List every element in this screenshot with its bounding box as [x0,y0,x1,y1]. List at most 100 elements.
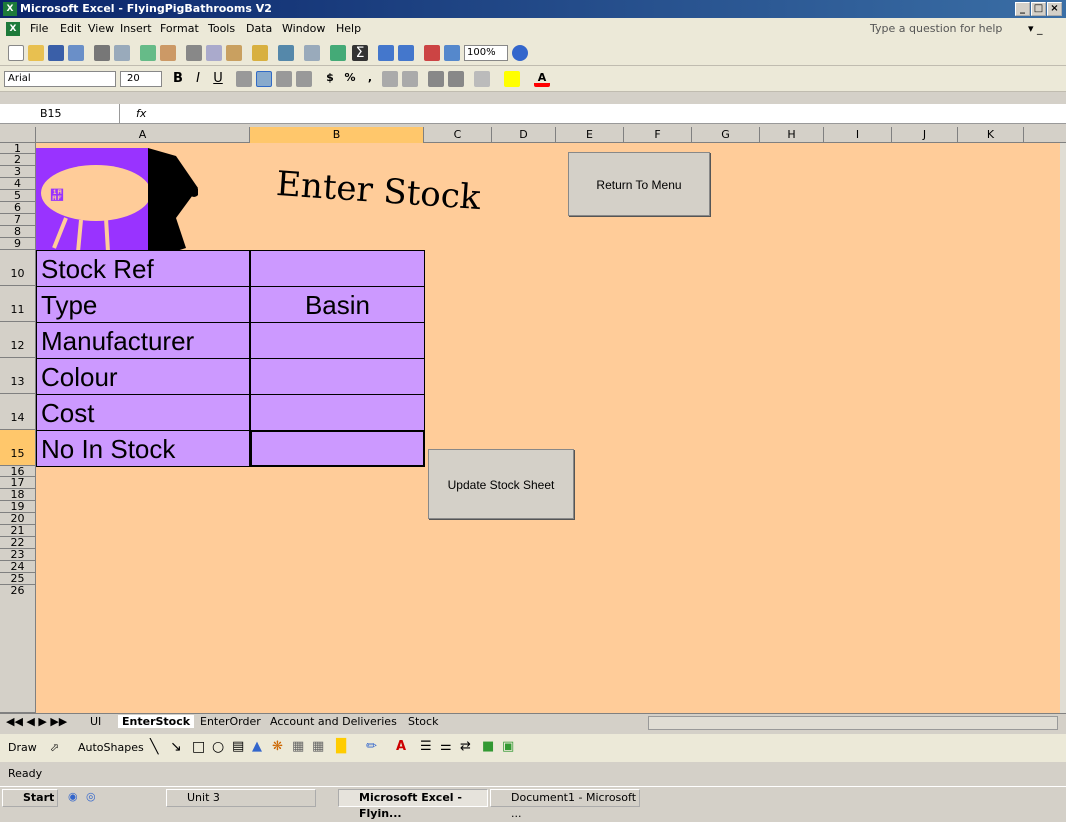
close-button[interactable]: × [1047,2,1062,16]
undo-icon[interactable] [278,45,294,61]
fill-color-icon[interactable] [504,71,520,87]
help-search-input[interactable]: Type a question for help [870,22,1002,35]
row-header-9[interactable]: 9 [0,238,36,250]
arrow-icon[interactable]: ↘ [170,739,182,755]
minimize-button[interactable]: _ [1015,2,1030,16]
column-header-b[interactable]: B [250,127,424,143]
copy-icon[interactable] [206,45,222,61]
column-header-h[interactable]: H [760,127,824,143]
menu-edit[interactable]: Edit [60,22,81,35]
menu-insert[interactable]: Insert [120,22,152,35]
font-color-icon[interactable]: A [534,71,550,87]
field-value-stock-ref[interactable] [250,250,425,287]
update-stock-sheet-button[interactable]: Update Stock Sheet [428,449,574,519]
line-color-icon[interactable]: ✏ [366,739,377,754]
start-button[interactable]: Start [2,789,58,807]
sheet-area[interactable]: ᪯ Enter Stock Return To Menu Stock Ref T… [36,143,1060,713]
select-all-corner[interactable] [0,127,36,143]
tab-enterstock[interactable]: EnterStock [118,715,195,728]
vertical-scrollbar[interactable] [1060,143,1066,713]
shadow-style-icon[interactable]: ■ [482,739,494,754]
wordart-icon[interactable]: ▲ [252,739,262,754]
open-icon[interactable] [28,45,44,61]
row-header-15[interactable]: 15 [0,430,36,466]
sort-ascending-icon[interactable] [378,45,394,61]
ie-icon[interactable]: ◎ [86,790,96,803]
oval-icon[interactable]: ○ [212,739,224,755]
field-value-no-in-stock[interactable] [250,430,425,467]
column-header-a[interactable]: A [36,127,250,143]
align-left-icon[interactable] [236,71,252,87]
italic-icon[interactable]: I [190,71,206,87]
decrease-indent-icon[interactable] [428,71,444,87]
field-value-type[interactable]: Basin [250,286,425,323]
zoom-select[interactable]: 100% [464,45,508,61]
column-header-j[interactable]: J [892,127,958,143]
column-header-f[interactable]: F [624,127,692,143]
font-color-draw-icon[interactable]: A [396,739,406,754]
workbook-icon[interactable]: X [6,22,20,36]
return-to-menu-button[interactable]: Return To Menu [568,152,710,216]
menu-file[interactable]: File [30,22,48,35]
borders-icon[interactable] [474,71,490,87]
paste-icon[interactable] [226,45,242,61]
name-box[interactable]: B15 [0,104,120,123]
row-header-11[interactable]: 11 [0,286,36,322]
autosum-icon[interactable]: Σ [352,45,368,61]
font-size-select[interactable]: 20 [120,71,162,87]
increase-indent-icon[interactable] [448,71,464,87]
new-icon[interactable] [8,45,24,61]
horizontal-scrollbar[interactable] [648,716,1058,730]
task-unit-3[interactable]: Unit 3 [166,789,316,807]
percent-icon[interactable]: % [342,71,358,87]
rectangle-icon[interactable]: □ [192,739,205,755]
autoshapes-menu[interactable]: AutoShapes [78,741,144,754]
align-center-icon[interactable] [256,71,272,87]
picture-icon[interactable]: ▦ [312,739,324,754]
column-header-g[interactable]: G [692,127,760,143]
help-icon[interactable] [512,45,528,61]
row-header-14[interactable]: 14 [0,394,36,430]
tab-ui[interactable]: UI [90,715,101,728]
print-icon[interactable] [94,45,110,61]
format-painter-icon[interactable] [252,45,268,61]
column-header-i[interactable]: I [824,127,892,143]
tab-enterorder[interactable]: EnterOrder [200,715,261,728]
column-header-c[interactable]: C [424,127,492,143]
drawing-icon[interactable] [444,45,460,61]
menu-tools[interactable]: Tools [208,22,235,35]
tab-stock[interactable]: Stock [408,715,438,728]
diagram-icon[interactable]: ❋ [272,739,283,754]
field-value-manufacturer[interactable] [250,322,425,359]
print-preview-icon[interactable] [114,45,130,61]
save-icon[interactable] [48,45,64,61]
cut-icon[interactable] [186,45,202,61]
align-right-icon[interactable] [276,71,292,87]
sort-descending-icon[interactable] [398,45,414,61]
fill-color-draw-icon[interactable]: █ [336,739,346,754]
menu-help[interactable]: Help [336,22,361,35]
tab-account-deliveries[interactable]: Account and Deliveries [270,715,397,728]
menu-window[interactable]: Window [282,22,325,35]
redo-icon[interactable] [304,45,320,61]
bold-icon[interactable]: B [170,71,186,87]
function-icon[interactable]: fx [136,107,146,120]
row-header-12[interactable]: 12 [0,322,36,358]
increase-decimal-icon[interactable] [382,71,398,87]
currency-icon[interactable]: $ [322,71,338,87]
clipart-icon[interactable]: ▦ [292,739,304,754]
line-icon[interactable]: ╲ [150,739,158,755]
task-document1[interactable]: Document1 - Microsoft ... [490,789,640,820]
menu-format[interactable]: Format [160,22,199,35]
chart-wizard-icon[interactable] [424,45,440,61]
merge-center-icon[interactable] [296,71,312,87]
font-select[interactable]: Arial [4,71,116,87]
maximize-button[interactable]: □ [1031,2,1046,16]
draw-menu[interactable]: Draw [8,741,37,754]
field-value-cost[interactable] [250,394,425,431]
permission-icon[interactable] [68,45,84,61]
select-objects-icon[interactable]: ⬀ [50,741,59,754]
show-desktop-icon[interactable]: ◉ [68,790,78,803]
textbox-icon[interactable]: ▤ [232,739,244,754]
row-header-26[interactable]: 26 [0,585,36,713]
